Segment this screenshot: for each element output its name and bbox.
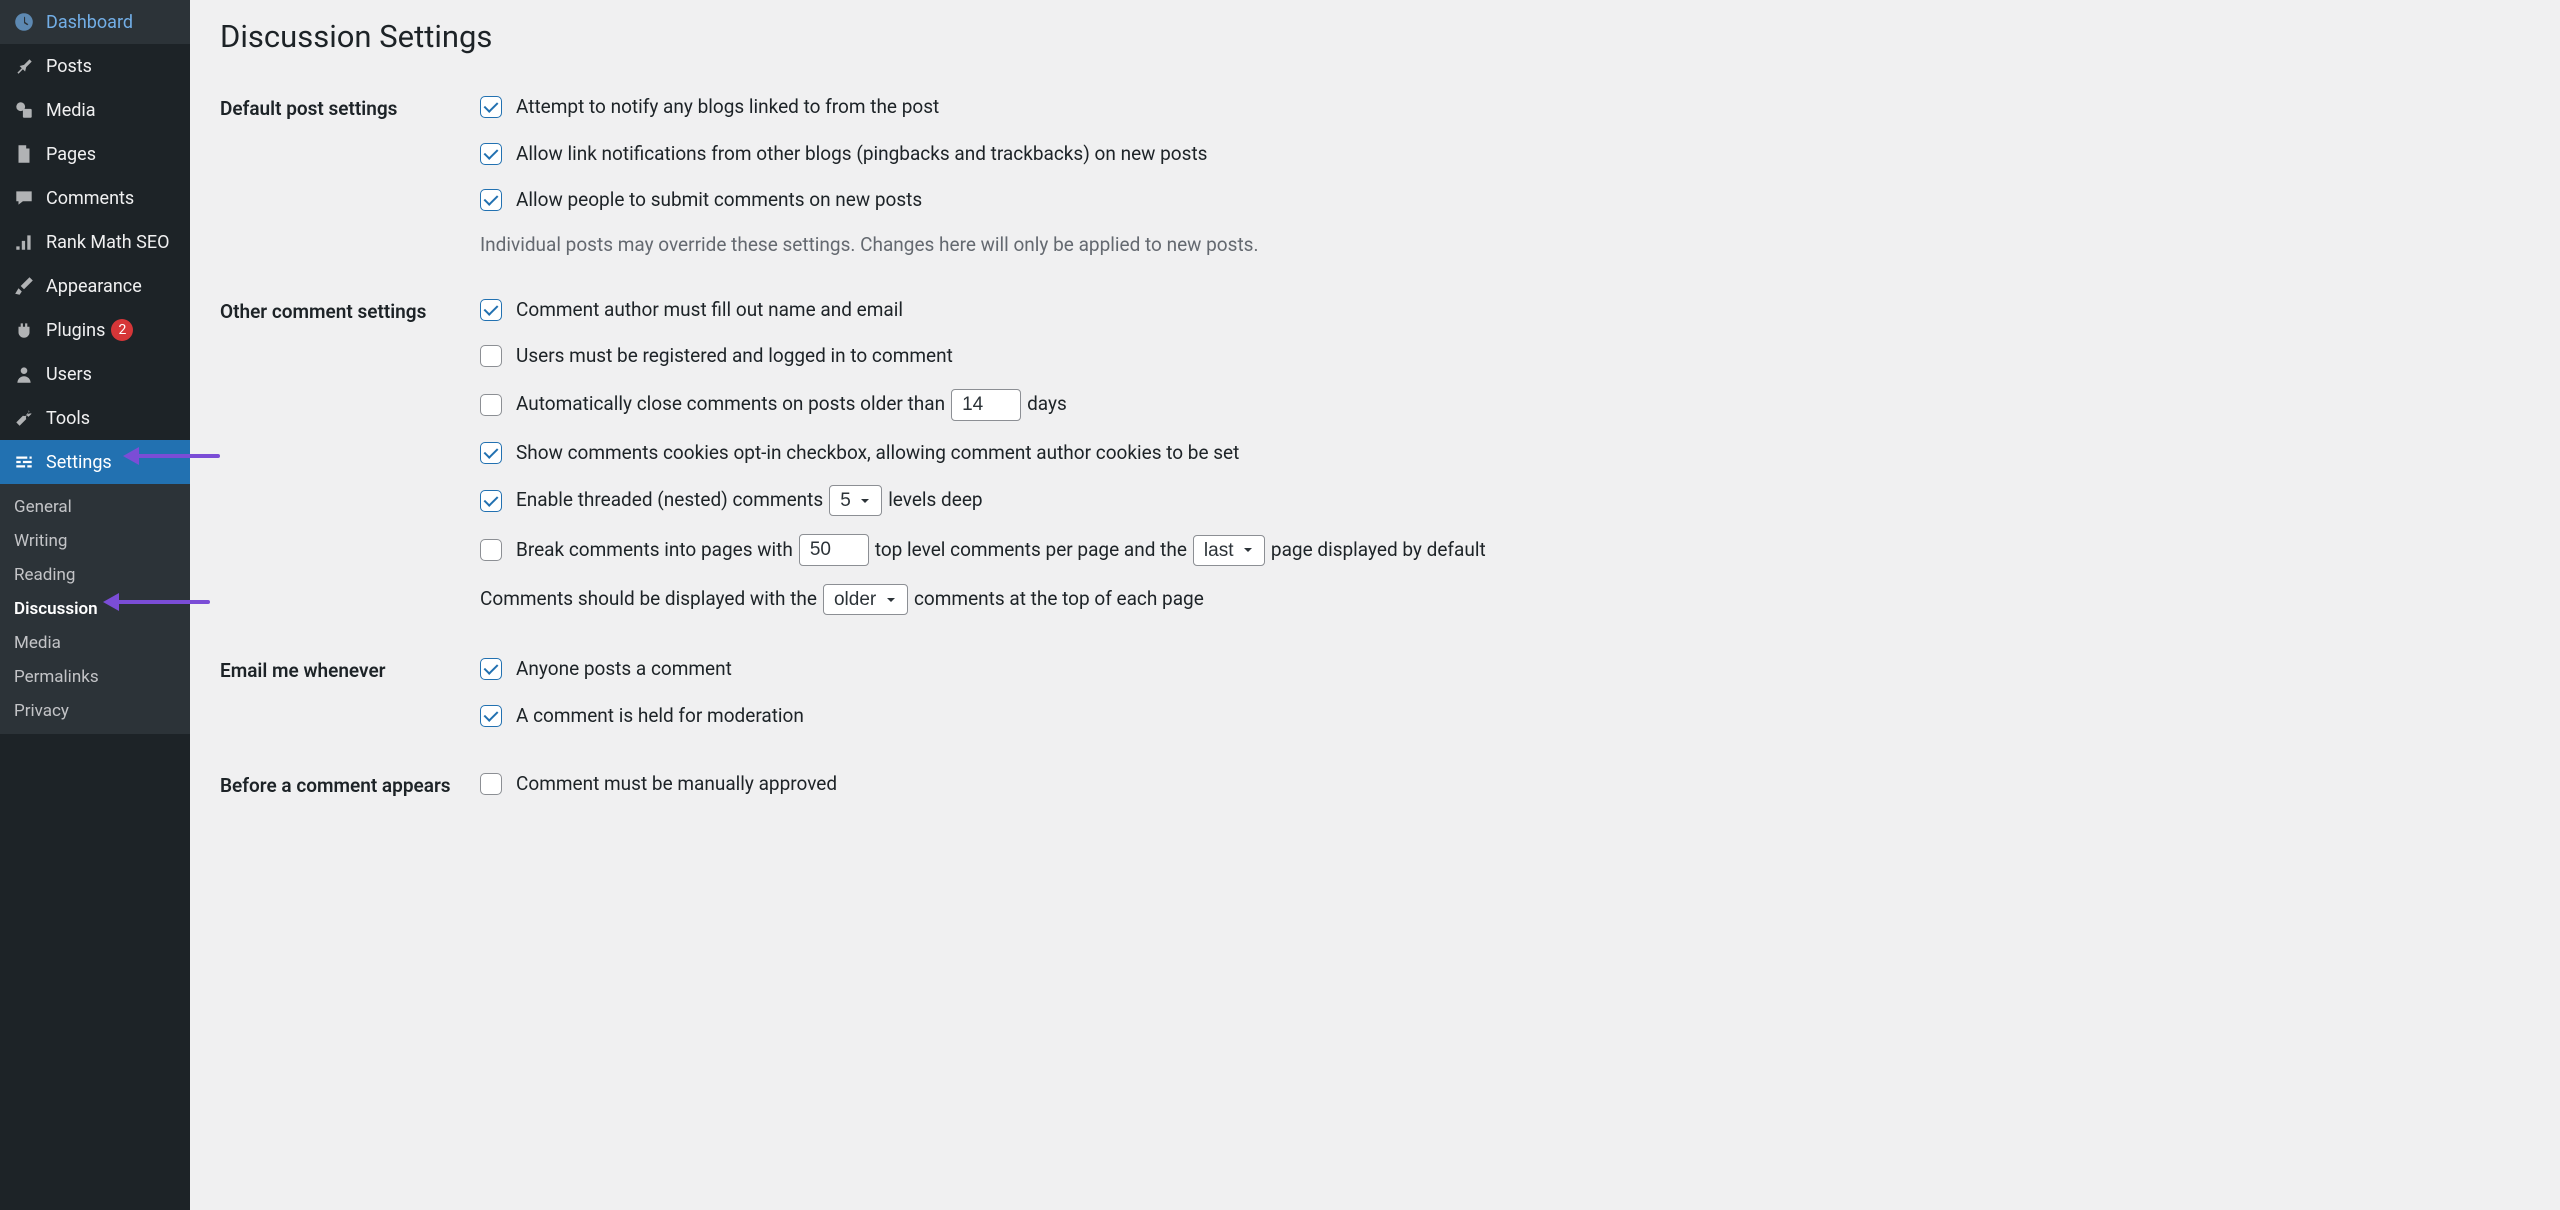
sidebar-item-pages[interactable]: Pages [0, 132, 190, 176]
label-part: days [1027, 390, 1067, 419]
section-heading: Before a comment appears [220, 750, 480, 821]
label-part: Automatically close comments on posts ol… [516, 390, 945, 419]
pin-icon [12, 54, 36, 78]
checkbox-allow-pingbacks[interactable] [480, 143, 502, 165]
page-icon [12, 142, 36, 166]
sidebar-item-label: Tools [46, 408, 90, 429]
checkbox-label: Allow people to submit comments on new p… [516, 186, 922, 215]
checkbox-break-pages[interactable] [480, 539, 502, 561]
submenu-permalinks[interactable]: Permalinks [0, 660, 190, 694]
label-part: Break comments into pages with [516, 536, 793, 565]
section-email-me: Email me whenever Anyone posts a comment… [220, 635, 2530, 750]
label-part: top level comments per page and the [875, 536, 1187, 565]
sidebar-item-appearance[interactable]: Appearance [0, 264, 190, 308]
label-part: Comments should be displayed with the [480, 585, 817, 614]
checkbox-label: Anyone posts a comment [516, 655, 732, 684]
checkbox-notify-blogs[interactable] [480, 96, 502, 118]
plugins-update-badge: 2 [111, 319, 133, 341]
sidebar-item-media[interactable]: Media [0, 88, 190, 132]
checkbox-label: Allow link notifications from other blog… [516, 140, 1207, 169]
sidebar-item-label: Rank Math SEO [46, 232, 170, 253]
autoclose-days-input[interactable] [951, 389, 1021, 421]
sidebar-item-label: Pages [46, 144, 96, 165]
brush-icon [12, 274, 36, 298]
sidebar-item-label: Appearance [46, 276, 142, 297]
label-part: Enable threaded (nested) comments [516, 486, 823, 515]
comments-per-page-input[interactable] [799, 534, 869, 566]
sidebar-item-label: Media [46, 100, 96, 121]
submenu-writing[interactable]: Writing [0, 524, 190, 558]
dashboard-icon [12, 10, 36, 34]
user-icon [12, 362, 36, 386]
annotation-arrow-settings [135, 454, 220, 458]
sidebar-item-label: Plugins [46, 320, 105, 341]
checkbox-label: Comment author must fill out name and em… [516, 296, 903, 325]
media-icon [12, 98, 36, 122]
sidebar-item-label: Comments [46, 188, 134, 209]
section-heading: Email me whenever [220, 635, 480, 750]
plug-icon [12, 318, 36, 342]
section-other-comment: Other comment settings Comment author mu… [220, 276, 2530, 636]
label-part: levels deep [888, 486, 982, 515]
sidebar-item-dashboard[interactable]: Dashboard [0, 0, 190, 44]
sidebar-item-users[interactable]: Users [0, 352, 190, 396]
checkbox-manual-approve[interactable] [480, 773, 502, 795]
sidebar-item-settings[interactable]: Settings [0, 440, 190, 484]
submenu-general[interactable]: General [0, 490, 190, 524]
section-note: Individual posts may override these sett… [480, 233, 2520, 256]
settings-submenu: General Writing Reading Discussion Media… [0, 484, 190, 734]
checkbox-label: Show comments cookies opt-in checkbox, a… [516, 439, 1239, 468]
section-heading: Other comment settings [220, 276, 480, 636]
annotation-arrow-discussion [115, 600, 210, 604]
checkbox-label: Users must be registered and logged in t… [516, 342, 953, 371]
checkbox-label: Attempt to notify any blogs linked to fr… [516, 93, 939, 122]
checkbox-autoclose[interactable] [480, 394, 502, 416]
sidebar-item-label: Dashboard [46, 12, 133, 33]
chart-icon [12, 230, 36, 254]
sidebar-item-label: Users [46, 364, 92, 385]
admin-sidebar: Dashboard Posts Media Pages Comments Ran… [0, 0, 190, 1210]
checkbox-threaded[interactable] [480, 490, 502, 512]
sidebar-item-label: Settings [46, 452, 112, 473]
submenu-media[interactable]: Media [0, 626, 190, 660]
checkbox-label: A comment is held for moderation [516, 702, 804, 731]
sidebar-item-comments[interactable]: Comments [0, 176, 190, 220]
submenu-discussion[interactable]: Discussion [0, 592, 190, 626]
submenu-privacy[interactable]: Privacy [0, 694, 190, 728]
checkbox-name-email[interactable] [480, 299, 502, 321]
page-title: Discussion Settings [220, 18, 2530, 55]
comments-icon [12, 186, 36, 210]
checkbox-anyone-posts[interactable] [480, 658, 502, 680]
sidebar-item-plugins[interactable]: Plugins 2 [0, 308, 190, 352]
sliders-icon [12, 450, 36, 474]
default-page-select[interactable]: last [1193, 535, 1265, 566]
display-order-select[interactable]: older [823, 584, 908, 615]
sidebar-item-tools[interactable]: Tools [0, 396, 190, 440]
submenu-reading[interactable]: Reading [0, 558, 190, 592]
settings-form-table: Default post settings Attempt to notify … [220, 73, 2530, 821]
label-part: page displayed by default [1271, 536, 1486, 565]
sidebar-item-posts[interactable]: Posts [0, 44, 190, 88]
checkbox-cookies-optin[interactable] [480, 442, 502, 464]
wrench-icon [12, 406, 36, 430]
checkbox-registered[interactable] [480, 345, 502, 367]
checkbox-label: Comment must be manually approved [516, 770, 837, 799]
threaded-levels-select[interactable]: 5 [829, 485, 882, 516]
sidebar-item-rankmath[interactable]: Rank Math SEO [0, 220, 190, 264]
label-part: comments at the top of each page [914, 585, 1204, 614]
checkbox-allow-comments[interactable] [480, 189, 502, 211]
sidebar-item-label: Posts [46, 56, 92, 77]
section-default-post: Default post settings Attempt to notify … [220, 73, 2530, 276]
checkbox-held-moderation[interactable] [480, 705, 502, 727]
section-before-appears: Before a comment appears Comment must be… [220, 750, 2530, 821]
section-heading: Default post settings [220, 73, 480, 276]
main-content: Discussion Settings Default post setting… [190, 0, 2560, 1210]
